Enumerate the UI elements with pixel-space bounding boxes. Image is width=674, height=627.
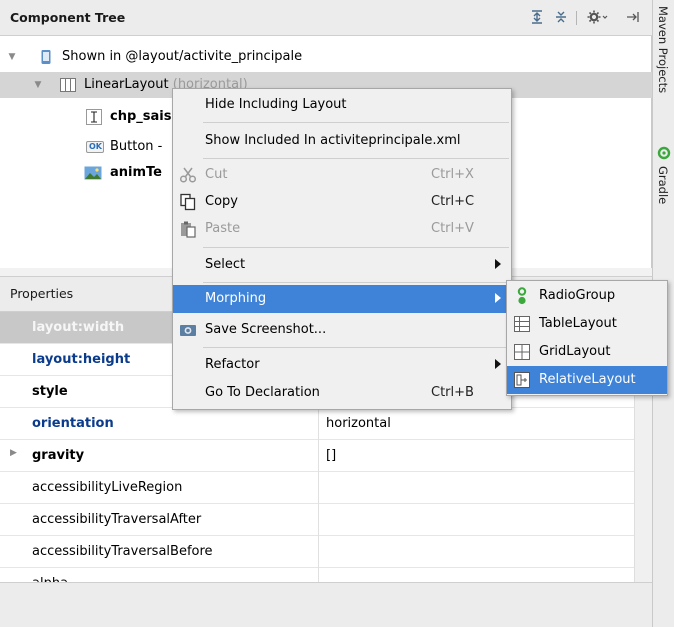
property-row-accessibility-live-region[interactable]: accessibilityLiveRegion	[0, 472, 634, 504]
gradle-tab[interactable]: Gradle	[656, 166, 670, 204]
menu-separator	[203, 247, 509, 248]
maven-projects-tab[interactable]: Maven Projects	[656, 6, 670, 93]
submenu-item-tablelayout[interactable]: TableLayout	[507, 310, 667, 338]
menu-separator	[203, 158, 509, 159]
property-row-accessibility-traversal-before[interactable]: accessibilityTraversalBefore	[0, 536, 634, 568]
tablelayout-icon	[513, 315, 531, 333]
button-icon: OK	[86, 139, 104, 155]
property-row-accessibility-traversal-after[interactable]: accessibilityTraversalAfter	[0, 504, 634, 536]
component-tree-title: Component Tree	[10, 10, 126, 25]
property-name: orientation	[32, 416, 114, 431]
property-value[interactable]: horizontal	[326, 416, 391, 431]
toolbar-separator	[576, 11, 577, 25]
menu-item-select[interactable]: Select	[173, 251, 511, 279]
submenu-arrow-icon	[495, 259, 501, 269]
scissors-icon	[179, 166, 197, 184]
gridlayout-icon	[513, 343, 531, 361]
property-value[interactable]: []	[326, 448, 336, 463]
submenu-arrow-icon	[495, 359, 501, 369]
menu-separator	[203, 282, 509, 283]
submenu-item-radiogroup[interactable]: RadioGroup	[507, 282, 667, 310]
context-menu: Hide Including Layout Show Included In a…	[172, 88, 512, 410]
property-row-gravity[interactable]: ▶ gravity []	[0, 440, 634, 472]
copy-icon	[179, 193, 197, 211]
camera-icon	[179, 321, 197, 339]
menu-item-label: Refactor	[205, 357, 260, 372]
menu-item-copy[interactable]: Copy Ctrl+C	[173, 188, 511, 216]
gear-icon[interactable]	[586, 9, 610, 27]
relativelayout-icon	[513, 371, 531, 389]
radiogroup-icon	[513, 287, 531, 305]
property-name: gravity	[32, 448, 85, 463]
menu-item-shortcut: Ctrl+B	[431, 385, 474, 400]
component-tree-header: Component Tree	[0, 0, 652, 36]
property-name: accessibilityTraversalBefore	[32, 544, 213, 559]
menu-item-go-to-declaration[interactable]: Go To Declaration Ctrl+B	[173, 379, 511, 407]
menu-item-cut[interactable]: Cut Ctrl+X	[173, 161, 511, 189]
tree-row-label: animTe	[110, 165, 162, 180]
tree-row-label: Shown in @layout/activite_principale	[62, 49, 303, 64]
menu-item-hide-including-layout[interactable]: Hide Including Layout	[173, 91, 511, 119]
property-row-alpha[interactable]: alpha	[0, 568, 634, 582]
tree-row-root[interactable]: ▼ Shown in @layout/activite_principale	[0, 44, 652, 70]
tree-expand-arrow-icon[interactable]: ▼	[6, 44, 18, 70]
menu-item-label: Show Included In activiteprincipale.xml	[205, 133, 461, 148]
text-cursor-icon	[86, 109, 102, 125]
column-divider	[318, 472, 319, 504]
collapse-all-icon[interactable]	[552, 9, 570, 27]
menu-item-shortcut: Ctrl+V	[431, 221, 474, 236]
tree-row-label: Button -	[110, 139, 163, 154]
menu-item-show-included-in[interactable]: Show Included In activiteprincipale.xml	[173, 127, 511, 155]
property-row-orientation[interactable]: orientation horizontal	[0, 408, 634, 440]
tree-row-label: LinearLayout	[84, 77, 169, 92]
menu-item-label: Hide Including Layout	[205, 97, 347, 112]
menu-item-label: Copy	[205, 194, 238, 209]
tree-expand-arrow-icon[interactable]: ▼	[32, 72, 44, 98]
expand-arrow-icon[interactable]: ▶	[10, 448, 17, 458]
tree-row-label: chp_sais	[110, 109, 172, 124]
device-icon	[38, 49, 54, 65]
property-name: accessibilityLiveRegion	[32, 480, 183, 495]
menu-separator	[203, 347, 509, 348]
menu-item-morphing[interactable]: Morphing	[173, 285, 511, 313]
submenu-item-relativelayout[interactable]: RelativeLayout	[507, 366, 667, 394]
bottom-status-bar	[0, 582, 652, 627]
properties-title: Properties	[10, 286, 74, 301]
column-divider	[318, 568, 319, 582]
menu-separator	[203, 122, 509, 123]
paste-icon	[179, 220, 197, 238]
menu-item-label: Go To Declaration	[205, 385, 320, 400]
property-name: accessibilityTraversalAfter	[32, 512, 202, 527]
linearlayout-icon	[60, 77, 76, 93]
menu-item-shortcut: Ctrl+X	[431, 167, 474, 182]
column-divider	[318, 504, 319, 536]
menu-item-label: Cut	[205, 167, 228, 182]
morphing-submenu: RadioGroup TableLayout GridLayout Relati…	[506, 280, 668, 396]
menu-item-shortcut: Ctrl+C	[431, 194, 475, 209]
submenu-item-label: RelativeLayout	[539, 372, 636, 387]
submenu-item-label: TableLayout	[539, 316, 617, 331]
menu-item-label: Select	[205, 257, 246, 272]
menu-item-label: Morphing	[205, 291, 267, 306]
submenu-item-label: RadioGroup	[539, 288, 616, 303]
menu-item-paste[interactable]: Paste Ctrl+V	[173, 215, 511, 243]
menu-item-label: Save Screenshot...	[205, 322, 327, 337]
column-divider	[318, 408, 319, 440]
submenu-arrow-icon	[495, 293, 501, 303]
hide-panel-icon[interactable]	[624, 9, 642, 27]
column-divider	[318, 536, 319, 568]
property-name: style	[32, 384, 68, 399]
menu-item-label: Paste	[205, 221, 241, 236]
column-divider	[318, 440, 319, 472]
gradle-icon	[657, 146, 671, 160]
submenu-item-label: GridLayout	[539, 344, 611, 359]
submenu-item-gridlayout[interactable]: GridLayout	[507, 338, 667, 366]
property-name: layout:width	[32, 320, 125, 335]
image-icon	[84, 165, 102, 181]
menu-item-refactor[interactable]: Refactor	[173, 351, 511, 379]
button-icon-badge: OK	[89, 142, 102, 151]
property-name: layout:height	[32, 352, 131, 367]
expand-all-icon[interactable]	[528, 9, 546, 27]
menu-item-save-screenshot[interactable]: Save Screenshot...	[173, 316, 511, 344]
